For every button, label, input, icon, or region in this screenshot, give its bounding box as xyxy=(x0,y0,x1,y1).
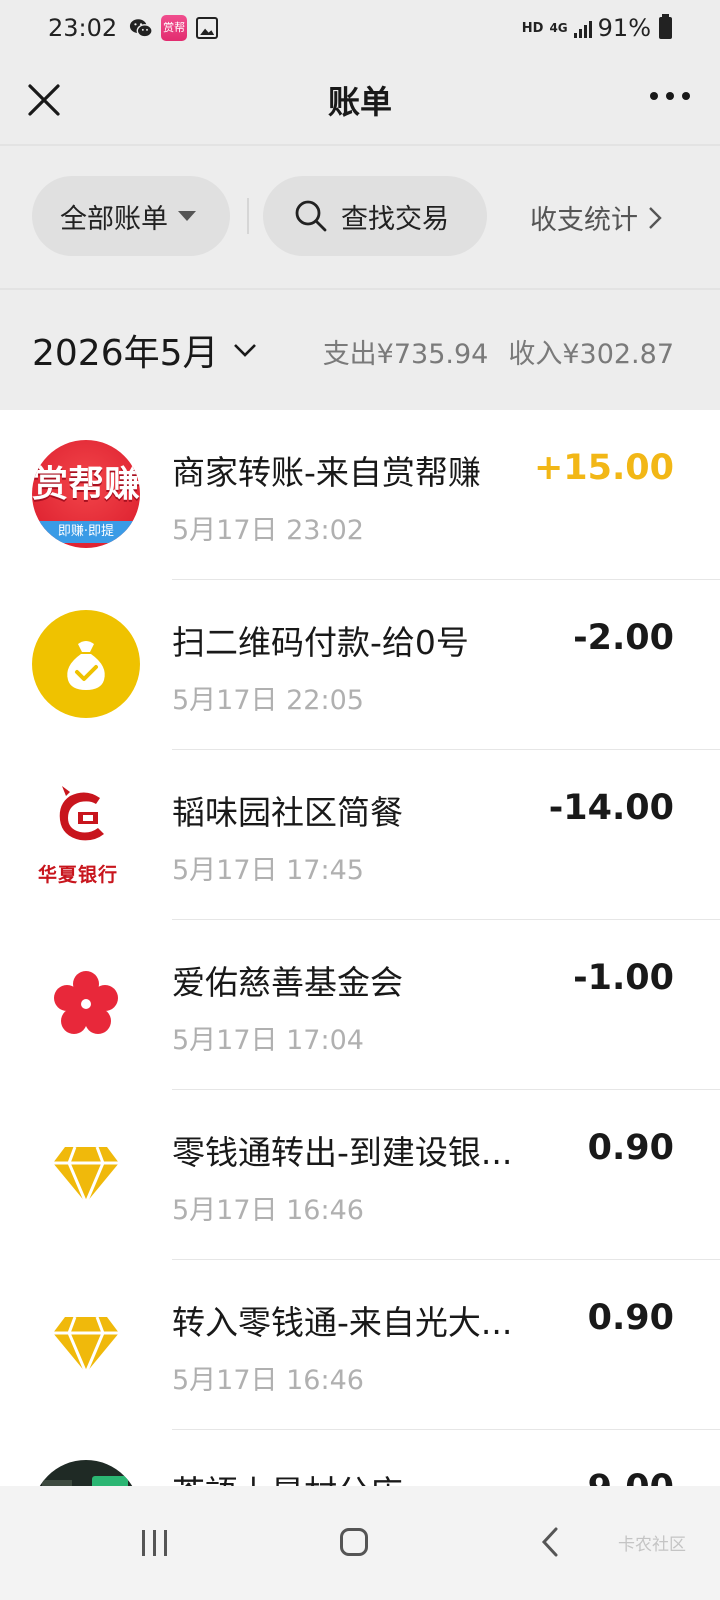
status-bar: 23:02 赏帮 HD 4G 91% xyxy=(0,0,720,56)
watermark: 卡农社区 xyxy=(618,1535,686,1555)
status-time: 23:02 xyxy=(48,14,118,42)
transaction-title: 茶語上是村分店 xyxy=(172,1466,542,1486)
transaction-time: 5月17日 17:04 xyxy=(172,1025,364,1056)
transaction-amount: 0.90 xyxy=(587,1128,674,1168)
transaction-time: 5月17日 16:46 xyxy=(172,1365,364,1396)
all-bills-filter[interactable]: 全部账单 xyxy=(32,176,230,256)
gallery-icon xyxy=(195,16,219,40)
transaction-item[interactable]: 华夏银行 韬味园社区简餐 5月17日 17:45 -14.00 xyxy=(0,750,720,920)
logo-text: 华夏银行 xyxy=(38,864,119,886)
search-transactions-button[interactable]: 查找交易 xyxy=(263,176,487,256)
diamond-icon xyxy=(32,1120,140,1228)
transaction-amount: -9.00 xyxy=(573,1468,674,1486)
network-type-indicator: 4G xyxy=(549,20,568,35)
transaction-item[interactable]: 扫二维码付款-给0号 5月17日 22:05 -2.00 xyxy=(0,580,720,750)
chevron-down-icon xyxy=(233,344,256,357)
system-nav-bar: 卡农社区 xyxy=(0,1486,720,1600)
recent-apps-icon[interactable] xyxy=(142,1530,167,1556)
month-picker[interactable]: 2026年5月 xyxy=(32,324,257,376)
income-expense-stats-link[interactable]: 收支统计 xyxy=(530,198,662,237)
money-bag-icon xyxy=(32,610,140,718)
transaction-amount: -14.00 xyxy=(548,788,674,828)
home-icon[interactable] xyxy=(340,1528,368,1556)
transaction-time: 5月17日 22:05 xyxy=(172,685,364,716)
transaction-title: 爱佑慈善基金会 xyxy=(172,963,403,1002)
logo-band-text: 即赚·即提 xyxy=(32,521,140,543)
nav-bar: 账单 xyxy=(0,56,720,144)
close-icon[interactable] xyxy=(24,80,64,120)
app-notification-icon: 赏帮 xyxy=(161,15,188,41)
transaction-title: 零钱通转出-到建设银... xyxy=(172,1133,513,1172)
shop-avatar-icon xyxy=(32,1460,140,1486)
battery-percent: 91% xyxy=(597,14,651,42)
diamond-icon xyxy=(32,1290,140,1398)
transaction-title: 扫二维码付款-给0号 xyxy=(172,623,469,662)
search-icon xyxy=(295,200,327,232)
wechat-icon xyxy=(129,16,153,40)
shangbangzhuan-logo-icon: 赏帮赚 即赚·即提 xyxy=(32,440,140,548)
huaxia-bank-logo-icon: 华夏银行 xyxy=(32,780,140,888)
month-label: 2026年5月 xyxy=(32,333,219,374)
transaction-title: 转入零钱通-来自光大... xyxy=(172,1303,513,1342)
chevron-right-icon xyxy=(649,206,662,229)
filter-bar: 全部账单 查找交易 收支统计 xyxy=(0,146,720,288)
transaction-time: 5月17日 16:46 xyxy=(172,1195,364,1226)
status-indicators: HD 4G 91% xyxy=(522,14,672,42)
transaction-item[interactable]: 茶語上是村分店 -9.00 xyxy=(0,1430,720,1486)
transaction-item[interactable]: 零钱通转出-到建设银... 5月17日 16:46 0.90 xyxy=(0,1090,720,1260)
dropdown-caret-icon xyxy=(178,211,196,221)
transaction-title: 韬味园社区简餐 xyxy=(172,793,403,832)
transaction-amount: 0.90 xyxy=(587,1298,674,1338)
transaction-time: 5月17日 17:45 xyxy=(172,855,364,886)
stats-label: 收支统计 xyxy=(530,205,638,236)
search-label: 查找交易 xyxy=(341,203,449,235)
more-options-icon[interactable] xyxy=(650,92,690,100)
transaction-amount: -1.00 xyxy=(573,958,674,998)
page-title: 账单 xyxy=(327,83,392,121)
month-summary-row: 2026年5月 支出¥735.94 收入¥302.87 xyxy=(0,290,720,408)
battery-icon xyxy=(659,14,672,39)
transaction-title: 商家转账-来自赏帮赚 xyxy=(172,453,481,492)
hd-indicator: HD xyxy=(521,20,544,36)
divider xyxy=(247,198,249,234)
signal-icon xyxy=(573,18,592,38)
transaction-amount: -2.00 xyxy=(573,618,674,658)
transaction-item[interactable]: 转入零钱通-来自光大... 5月17日 16:46 0.90 xyxy=(0,1260,720,1430)
red-flower-icon xyxy=(32,950,140,1058)
back-icon[interactable] xyxy=(540,1526,560,1558)
transaction-list: 赏帮赚 即赚·即提 商家转账-来自赏帮赚 5月17日 23:02 +15.00 … xyxy=(0,410,720,1486)
month-summary: 支出¥735.94 收入¥302.87 xyxy=(323,332,674,371)
transaction-time: 5月17日 23:02 xyxy=(172,515,364,546)
transaction-amount: +15.00 xyxy=(533,448,674,488)
transaction-item[interactable]: 爱佑慈善基金会 5月17日 17:04 -1.00 xyxy=(0,920,720,1090)
transaction-item[interactable]: 赏帮赚 即赚·即提 商家转账-来自赏帮赚 5月17日 23:02 +15.00 xyxy=(0,410,720,580)
income-total: 收入¥302.87 xyxy=(508,339,674,370)
expense-total: 支出¥735.94 xyxy=(322,339,489,370)
all-bills-label: 全部账单 xyxy=(60,203,168,235)
logo-text: 赏帮赚 xyxy=(32,463,140,505)
